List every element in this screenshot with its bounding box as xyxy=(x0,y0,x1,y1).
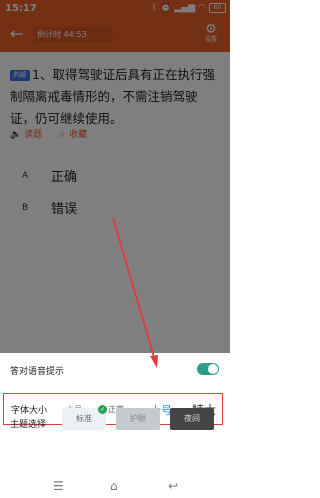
annotation-arrow xyxy=(112,217,158,368)
annotation-arrow-line xyxy=(112,217,155,358)
annotation-arrow-head xyxy=(150,355,158,368)
